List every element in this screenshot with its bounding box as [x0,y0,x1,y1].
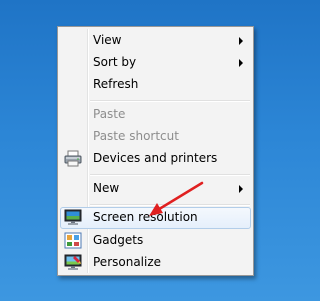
menu-item-label: Sort by [93,55,137,69]
menu-item-label: New [93,181,120,195]
menu-item-personalize[interactable]: Personalize [60,252,251,274]
submenu-arrow-icon [239,185,243,193]
gadgets-icon [64,232,82,249]
menu-item-label: Gadgets [93,233,144,247]
menu-separator [90,174,250,176]
menu-item-label: Refresh [93,77,139,91]
menu-item-paste[interactable]: Paste [60,104,251,126]
menu-item-label: Paste [93,107,126,121]
menu-separator [90,100,250,102]
menu-item-refresh[interactable]: Refresh [60,74,251,96]
submenu-arrow-icon [239,37,243,45]
printer-icon [64,150,82,167]
menu-item-label: Personalize [93,255,162,269]
submenu-arrow-icon [239,59,243,67]
menu-item-devices-and-printers[interactable]: Devices and printers [60,148,251,170]
menu-item-label: Devices and printers [93,151,218,165]
menu-item-label: Paste shortcut [93,129,179,143]
monitor-icon [64,209,82,225]
menu-item-view[interactable]: View [60,30,251,52]
menu-item-gadgets[interactable]: Gadgets [60,230,251,252]
menu-item-screen-resolution[interactable]: Screen resolution [60,207,251,229]
menu-item-paste-shortcut[interactable]: Paste shortcut [60,126,251,148]
menu-item-new[interactable]: New [60,178,251,200]
menu-separator [90,204,250,206]
menu-item-label: Screen resolution [93,210,198,224]
personalize-icon [64,254,82,270]
menu-item-label: View [93,33,122,47]
menu-item-sort-by[interactable]: Sort by [60,52,251,74]
desktop-context-menu: View Sort by Refresh Paste Paste shortcu… [57,26,254,276]
